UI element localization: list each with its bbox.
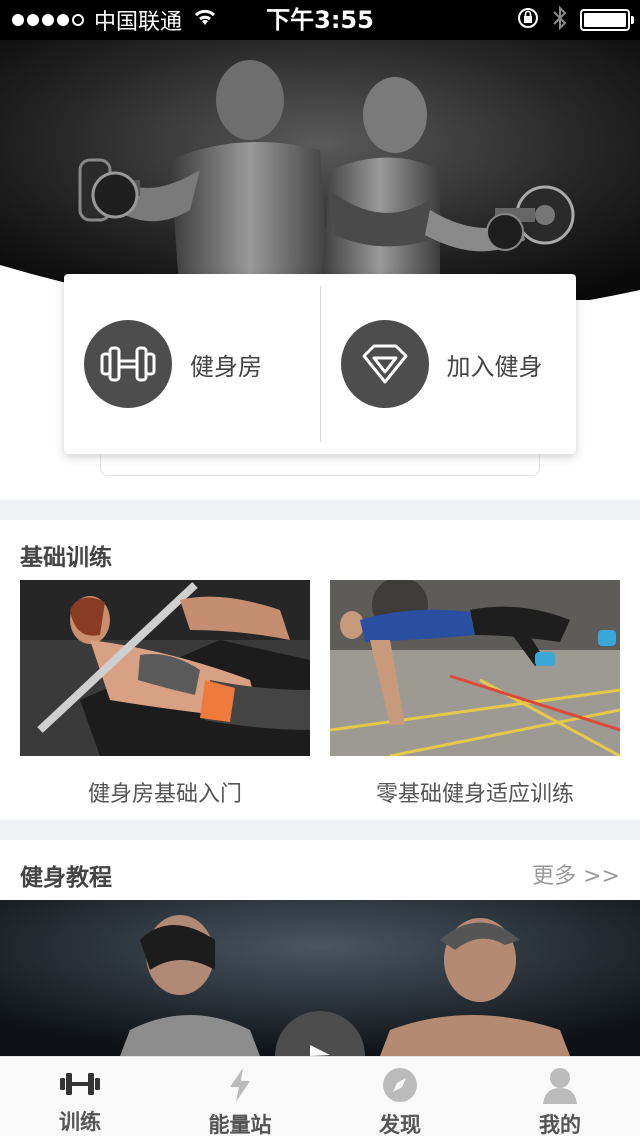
battery-icon [580,9,634,31]
tutorials-title: 健身教程 [20,865,112,891]
basic-training-list: 健身房基础入门 零基础健身适应训练 [20,580,620,807]
section-divider [0,820,640,840]
join-fitness-label: 加入健身 [446,352,543,381]
course-caption: 健身房基础入门 [87,782,242,807]
user-icon [541,1067,579,1104]
tab-energy-station[interactable]: 能量站 [160,1057,320,1136]
status-bar: 中国联通 下午3:55 [0,0,640,40]
tab-discover[interactable]: 发现 [320,1057,480,1136]
tab-bar: 训练 能量站 发现 我的 [0,1056,640,1136]
course-image [20,580,310,756]
section-divider [0,500,640,520]
gym-label: 健身房 [190,352,262,381]
more-link[interactable]: 更多 >> [532,858,620,890]
course-caption: 零基础健身适应训练 [375,782,574,807]
tab-label: 我的 [539,1113,581,1136]
hero-banner [0,40,640,300]
lightning-icon [227,1067,253,1103]
gym-button[interactable]: 健身房 [64,274,320,454]
course-card-zero-basic[interactable]: 零基础健身适应训练 [330,580,620,807]
bluetooth-icon [552,5,568,35]
course-card-gym-intro[interactable]: 健身房基础入门 [20,580,310,807]
tab-training[interactable]: 训练 [0,1057,160,1136]
dumbbell-icon [58,1067,102,1100]
tab-label: 训练 [59,1110,101,1134]
course-image [330,580,620,756]
dumbbell-icon [84,320,172,408]
tab-label: 发现 [379,1113,421,1136]
join-fitness-button[interactable]: 加入健身 [321,274,577,454]
quick-actions-card: 健身房 加入健身 [64,274,576,454]
tab-mine[interactable]: 我的 [480,1057,640,1136]
tab-label: 能量站 [208,1113,272,1136]
diamond-icon [340,320,429,408]
orientation-lock-icon [516,6,540,34]
compass-icon [382,1067,418,1103]
basic-training-title: 基础训练 [20,545,112,571]
tutorial-banner[interactable] [0,900,640,1056]
